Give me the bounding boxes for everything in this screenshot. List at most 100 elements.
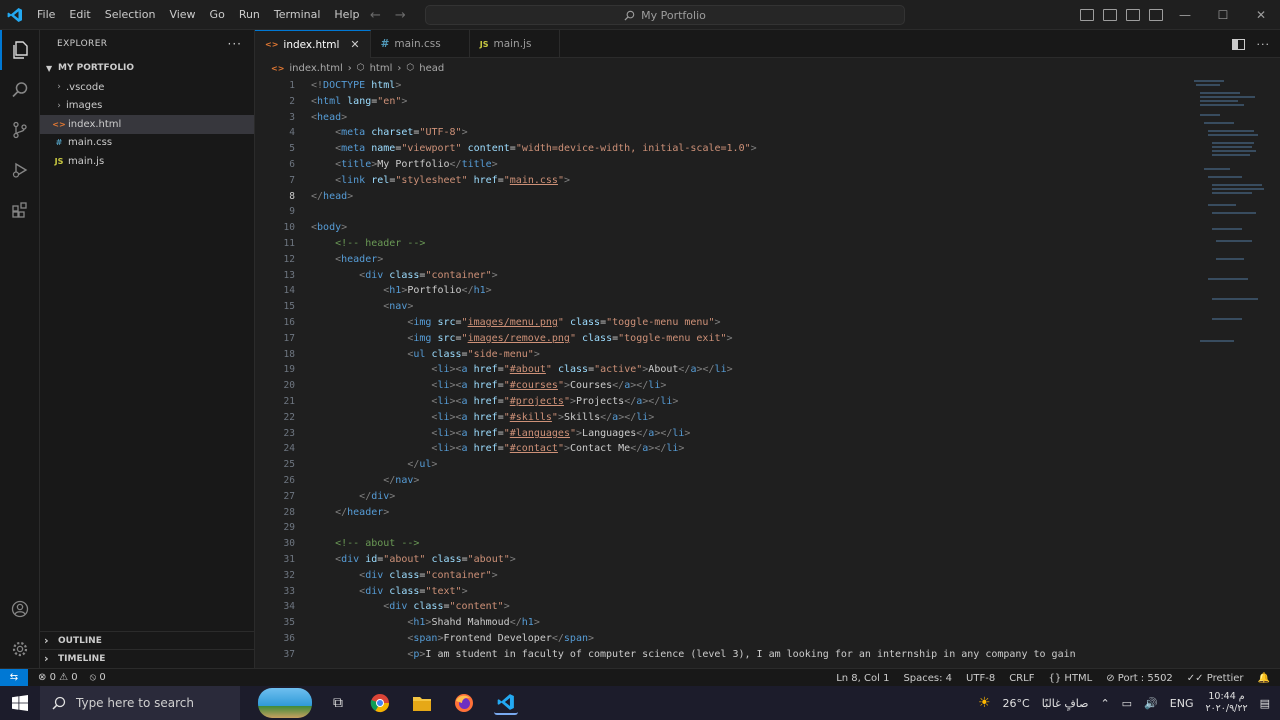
cursor-position[interactable]: Ln 8, Col 1 [836, 673, 889, 684]
more-actions-icon[interactable]: ··· [228, 37, 242, 51]
menu-file[interactable]: File [30, 0, 62, 30]
line-number: 29 [283, 522, 295, 534]
menu-edit[interactable]: Edit [62, 0, 97, 30]
tab-label: main.js [493, 38, 532, 50]
tree-item-index-html[interactable]: <> index.html [40, 115, 254, 134]
back-arrow-icon[interactable]: ← [370, 8, 381, 23]
command-center-search[interactable]: My Portfolio [425, 5, 905, 25]
notifications-bell-icon[interactable]: 🔔 [1258, 673, 1270, 684]
explorer-title: EXPLORER [57, 39, 108, 49]
line-number: 13 [283, 269, 295, 281]
timeline-section[interactable]: › TIMELINE [40, 649, 255, 667]
run-debug-icon[interactable] [0, 150, 40, 190]
source-control-icon[interactable] [0, 110, 40, 150]
breadcrumb-head[interactable]: head [419, 63, 444, 74]
toggle-panel-icon[interactable] [1103, 9, 1117, 21]
minimap[interactable] [1194, 78, 1266, 358]
ports-status[interactable]: ⦸ 0 [90, 672, 106, 683]
workspace-root-label: MY PORTFOLIO [58, 63, 135, 73]
minimize-icon[interactable]: — [1166, 0, 1204, 30]
clock[interactable]: 10:44 م ٢٠٢٠/٩/٢٢ [1205, 691, 1247, 715]
code-content[interactable]: <!DOCTYPE html> <html lang="en"> <head> … [311, 78, 1211, 662]
html-file-icon: <> [271, 63, 285, 73]
close-window-icon[interactable]: ✕ [1242, 0, 1280, 30]
taskbar-search-box[interactable]: Type here to search [40, 686, 240, 720]
prettier-status[interactable]: ✓✓ Prettier [1187, 673, 1244, 684]
language-mode[interactable]: {} HTML [1048, 673, 1092, 684]
code-line: <li><a href="#courses">Courses</a></li> [431, 380, 667, 392]
clock-date: ٢٠٢٠/٩/٢٢ [1205, 703, 1248, 714]
account-icon[interactable] [0, 589, 40, 629]
close-icon[interactable]: ✕ [350, 38, 359, 51]
split-editor-icon[interactable] [1231, 38, 1245, 50]
problems-status[interactable]: ⊗ 0 ⚠ 0 [38, 672, 78, 683]
news-widget-island-icon[interactable] [258, 688, 312, 718]
code-line: <div class="container"> [359, 569, 498, 581]
notification-center-icon[interactable]: ▤ [1260, 697, 1270, 710]
activity-bar [0, 30, 40, 668]
tab-index-html[interactable]: <> index.html ✕ [255, 30, 371, 58]
system-tray: ☀ 26°C صافٍ غالبًا ⌃ ▭ 🔊 ENG 10:44 م ٢٠٢… [978, 686, 1280, 720]
menu-bar: File Edit Selection View Go Run Terminal… [30, 0, 366, 30]
extensions-icon[interactable] [0, 190, 40, 230]
end-of-line[interactable]: CRLF [1009, 673, 1034, 684]
js-file-icon: JS [54, 156, 64, 166]
volume-icon[interactable]: 🔊 [1144, 697, 1158, 710]
breadcrumb-file[interactable]: index.html [289, 63, 342, 74]
breadcrumb-html[interactable]: html [370, 63, 393, 74]
line-number: 5 [289, 143, 295, 155]
chevron-up-icon[interactable]: ⌃ [1100, 697, 1109, 710]
indentation[interactable]: Spaces: 4 [903, 673, 952, 684]
customize-layout-icon[interactable] [1149, 9, 1163, 21]
toggle-secondary-sidebar-icon[interactable] [1126, 9, 1140, 21]
line-number: 23 [283, 427, 295, 439]
code-line: <ul class="side-menu"> [407, 348, 540, 360]
menu-run[interactable]: Run [232, 0, 267, 30]
weather-icon[interactable]: ☀ [978, 695, 991, 711]
tree-item-main-js[interactable]: JS main.js [40, 152, 254, 171]
live-server-port[interactable]: ⊘ Port : 5502 [1106, 673, 1173, 684]
chrome-icon[interactable] [368, 691, 392, 715]
outline-section[interactable]: › OUTLINE [40, 631, 255, 649]
toggle-sidebar-icon[interactable] [1080, 9, 1094, 21]
more-actions-icon[interactable]: ··· [1257, 38, 1271, 51]
explorer-icon[interactable] [0, 30, 40, 70]
vscode-taskbar-icon[interactable] [494, 691, 518, 715]
warning-icon: ⚠ [59, 672, 69, 683]
menu-selection[interactable]: Selection [98, 0, 163, 30]
input-language[interactable]: ENG [1170, 697, 1194, 710]
tree-item-main-css[interactable]: # main.css [40, 134, 254, 153]
code-editor[interactable]: 1 2 3 4 5 6 7 8 9 10 11 12 13 14 15 16 17 18 19 20 21 22 23 24 2… [255, 78, 1280, 668]
menu-terminal[interactable]: Terminal [267, 0, 328, 30]
tab-main-js[interactable]: JS main.js [470, 30, 561, 58]
windows-start-icon[interactable] [0, 686, 40, 720]
menu-go[interactable]: Go [203, 0, 232, 30]
menu-view[interactable]: View [162, 0, 202, 30]
workspace-root[interactable]: ▼ MY PORTFOLIO [40, 58, 254, 78]
weather-temp[interactable]: 26°C [1003, 697, 1030, 710]
forward-arrow-icon[interactable]: → [395, 8, 406, 23]
remote-indicator-icon[interactable]: ⇆ [0, 668, 28, 687]
tree-item-images[interactable]: › images [40, 97, 254, 116]
file-explorer-icon[interactable] [410, 691, 434, 715]
maximize-icon[interactable]: ☐ [1204, 0, 1242, 30]
search-icon [624, 10, 635, 21]
tree-item-label: .vscode [66, 81, 105, 93]
task-view-icon[interactable]: ⧉ [326, 691, 350, 715]
network-icon[interactable]: ▭ [1122, 697, 1132, 710]
firefox-icon[interactable] [452, 691, 476, 715]
encoding[interactable]: UTF-8 [966, 673, 995, 684]
warning-count: 0 [71, 672, 78, 683]
code-line: <img src="images/menu.png" class="toggle… [407, 316, 721, 328]
search-view-icon[interactable] [0, 70, 40, 110]
line-number: 3 [289, 111, 295, 123]
menu-help[interactable]: Help [327, 0, 366, 30]
tab-main-css[interactable]: # main.css [371, 30, 470, 58]
tree-item-label: main.js [68, 155, 105, 167]
line-number: 25 [283, 459, 295, 471]
chevron-right-icon: › [57, 82, 61, 93]
tree-item-vscode[interactable]: › .vscode [40, 78, 254, 97]
code-line: <div class="container"> [359, 269, 498, 281]
settings-gear-icon[interactable] [0, 629, 40, 669]
